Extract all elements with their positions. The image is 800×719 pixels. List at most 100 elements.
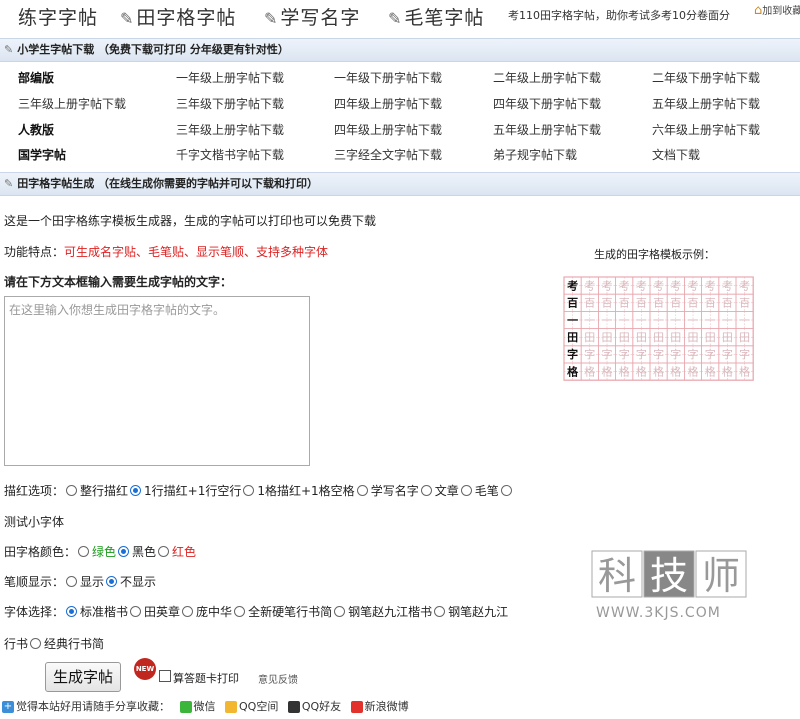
download-link[interactable]: 三字经全文字帖下载: [334, 146, 442, 163]
radio-button[interactable]: [118, 546, 130, 557]
svg-text:一: 一: [705, 314, 716, 327]
option-label: 显示: [80, 575, 105, 589]
svg-text:考: 考: [739, 279, 750, 292]
download-link[interactable]: 五年级上册字帖下载: [493, 121, 601, 138]
weibo-icon: [350, 701, 363, 713]
option-label: 毛笔: [474, 484, 499, 498]
svg-text:考: 考: [705, 279, 716, 292]
radio-button[interactable]: [500, 485, 512, 496]
radio-button[interactable]: [182, 606, 194, 617]
radio-button[interactable]: [243, 485, 255, 496]
download-row: 国学字帖 千字文楷书字帖下载 三字经全文字帖下载 弟子规字帖下载 文档下载: [0, 146, 800, 166]
radio-button[interactable]: [30, 638, 42, 649]
category-label: 部编版: [18, 71, 55, 85]
svg-text:考: 考: [567, 278, 578, 292]
nav-lianzi[interactable]: 练字字帖: [18, 3, 98, 30]
top-nav: 练字字帖 ✎ 田字格字帖 ✎ 学写名字 ✎ 毛笔字帖 考110田字格字帖，助你考试多考…: [0, 0, 800, 36]
radio-button[interactable]: [158, 546, 170, 557]
pen-icon: ✎: [120, 9, 135, 28]
svg-text:一: 一: [670, 314, 681, 327]
svg-text:田: 田: [705, 331, 716, 344]
svg-text:格: 格: [670, 364, 681, 378]
radio-button[interactable]: [78, 546, 90, 557]
intro-text: 这是一个田字格练字模板生成器，生成的字帖可以打印也可以免费下载: [4, 214, 377, 228]
share-qq[interactable]: QQ好友: [302, 700, 341, 713]
plus-icon: +: [2, 701, 14, 713]
download-link[interactable]: 四年级下册字帖下载: [493, 95, 601, 112]
download-link[interactable]: 五年级上册字帖下载: [652, 95, 760, 112]
option-label: 绿色: [92, 545, 117, 559]
svg-text:百: 百: [739, 297, 750, 310]
radio-button[interactable]: [66, 485, 78, 496]
category-label: 国学字帖: [18, 148, 67, 162]
radio-button[interactable]: [66, 576, 78, 587]
share-wechat[interactable]: 微信: [194, 700, 216, 713]
svg-text:田: 田: [636, 331, 647, 344]
text-input[interactable]: [4, 296, 310, 466]
option-label: 描红选项：: [4, 484, 65, 498]
radio-button[interactable]: [130, 606, 142, 617]
radio-button[interactable]: [106, 576, 118, 587]
svg-text:字: 字: [739, 347, 750, 361]
download-link[interactable]: 一年级下册字帖下载: [334, 69, 442, 86]
radio-button[interactable]: [130, 485, 142, 496]
svg-text:百: 百: [584, 297, 595, 310]
quiz-card-checkbox[interactable]: [159, 670, 171, 682]
svg-text:百: 百: [670, 297, 681, 310]
radio-button[interactable]: [420, 485, 432, 496]
svg-text:一: 一: [619, 314, 630, 327]
option-label: 钢笔赵九江: [448, 605, 509, 619]
nav-brush[interactable]: ✎ 毛笔字帖: [388, 3, 484, 30]
radio-button[interactable]: [334, 606, 346, 617]
download-link[interactable]: 三年级上册字帖下载: [176, 121, 284, 138]
svg-text:科: 科: [598, 554, 636, 598]
option-label: 经典行书简: [44, 637, 105, 651]
watermark-char: 科: [591, 550, 643, 598]
download-link[interactable]: 文档下载: [652, 146, 700, 163]
svg-text:一: 一: [602, 314, 613, 327]
generate-button[interactable]: 生成字帖: [45, 662, 121, 692]
download-link[interactable]: 千字文楷书字帖下载: [176, 146, 284, 163]
option-label: 钢笔赵九江楷书: [348, 605, 433, 619]
svg-text:百: 百: [705, 297, 716, 310]
svg-text:田: 田: [739, 331, 750, 344]
radio-button[interactable]: [66, 606, 78, 617]
quiz-card-label: 算答题卡打印: [173, 672, 239, 685]
share-qzone[interactable]: QQ空间: [239, 700, 278, 713]
option-label: 行书: [4, 637, 29, 651]
download-link[interactable]: 三年级上册字帖下载: [18, 95, 126, 112]
svg-text:考: 考: [619, 279, 630, 292]
slogan-text: 考110田字格字帖，助你考试多考10分卷面分: [508, 9, 730, 22]
download-link[interactable]: 一年级上册字帖下载: [176, 69, 284, 86]
svg-text:格: 格: [739, 364, 750, 378]
feedback-link[interactable]: 意见反馈: [258, 671, 298, 686]
svg-text:百: 百: [688, 297, 699, 310]
download-link[interactable]: 二年级下册字帖下载: [652, 69, 760, 86]
favorite-link[interactable]: ⌂加到收藏: [754, 2, 800, 18]
share-weibo[interactable]: 新浪微博: [365, 700, 409, 713]
qq-icon: [287, 701, 300, 713]
nav-tianzige[interactable]: ✎ 田字格字帖: [120, 3, 236, 30]
radio-button[interactable]: [356, 485, 368, 496]
radio-button[interactable]: [434, 606, 446, 617]
option-label: 标准楷书: [80, 605, 129, 619]
nav-name[interactable]: ✎ 学写名字: [264, 3, 360, 30]
svg-text:一: 一: [739, 314, 750, 327]
svg-text:田: 田: [584, 331, 595, 344]
option-label: 字体选择：: [4, 605, 65, 619]
wechat-icon: [179, 701, 192, 713]
svg-text:字: 字: [670, 347, 681, 361]
download-link[interactable]: 弟子规字帖下载: [493, 146, 577, 163]
download-link[interactable]: 四年级上册字帖下载: [334, 95, 442, 112]
download-link[interactable]: 二年级上册字帖下载: [493, 69, 601, 86]
watermark-char: 师: [695, 550, 747, 598]
svg-text:田: 田: [567, 331, 578, 344]
radio-button[interactable]: [234, 606, 246, 617]
svg-text:师: 师: [702, 554, 740, 598]
download-link[interactable]: 三年级下册字帖下载: [176, 95, 284, 112]
svg-text:考: 考: [722, 279, 733, 292]
small-font-test[interactable]: 测试小字体: [4, 513, 64, 530]
download-link[interactable]: 六年级上册字帖下载: [652, 121, 760, 138]
download-link[interactable]: 四年级上册字帖下载: [334, 121, 442, 138]
radio-button[interactable]: [460, 485, 472, 496]
